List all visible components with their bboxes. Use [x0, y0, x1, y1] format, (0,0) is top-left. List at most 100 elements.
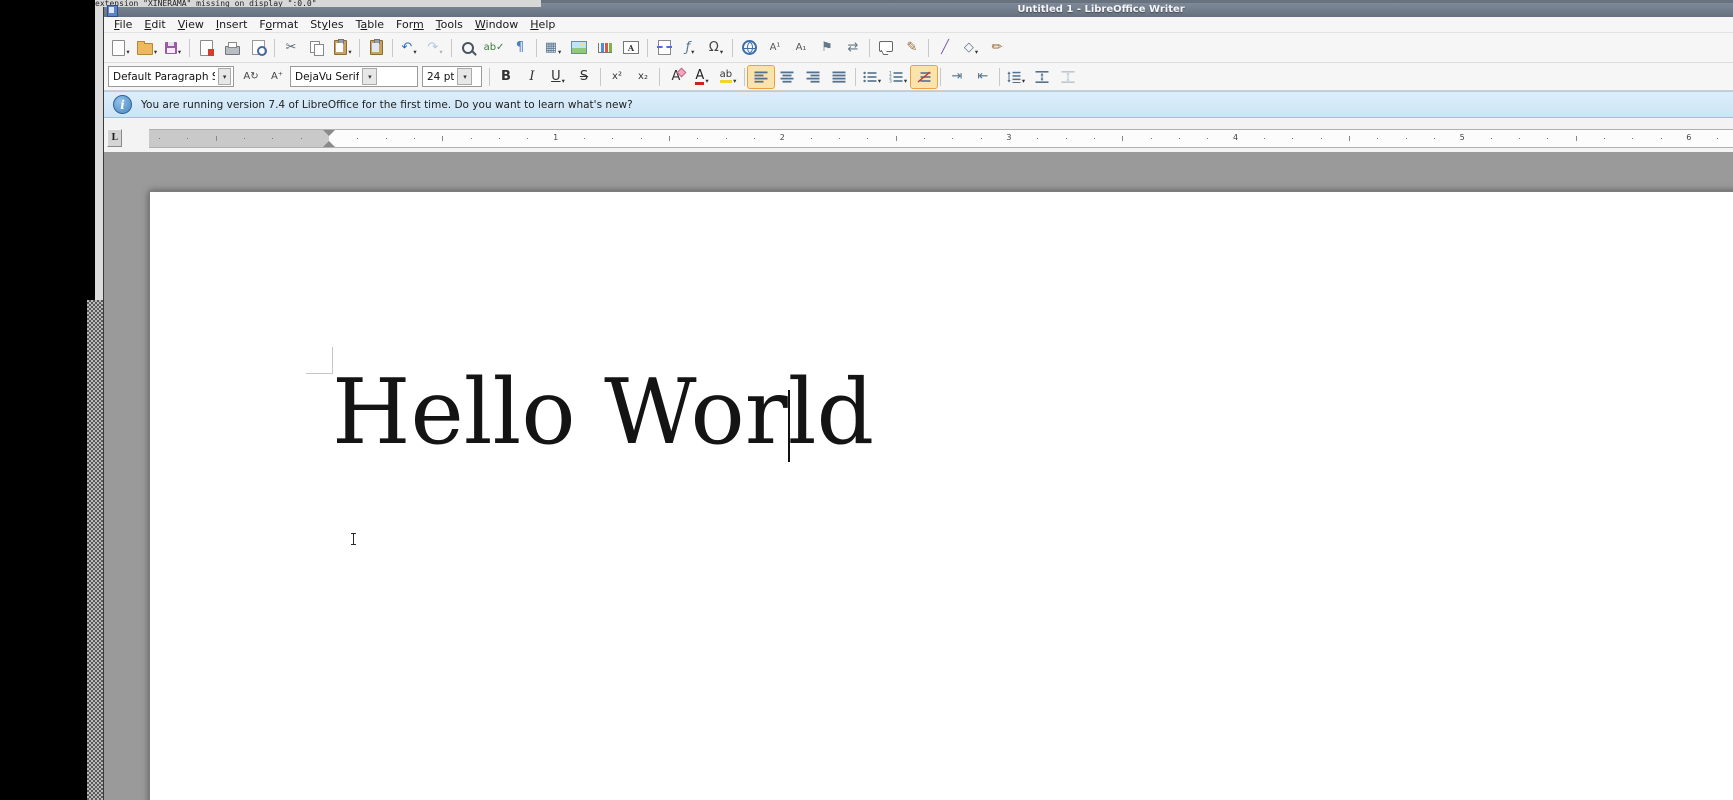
- show-draw-functions-button[interactable]: ✏: [984, 37, 1010, 59]
- font-name-dropdown[interactable]: ▾: [362, 68, 377, 85]
- document-area[interactable]: Hello World: [104, 152, 1733, 800]
- ruler-number: 3: [1006, 133, 1011, 142]
- menu-table[interactable]: Table: [350, 17, 390, 32]
- highlight-color-button[interactable]: ab▾: [715, 66, 741, 88]
- insert-bookmark-button[interactable]: ⚑: [814, 37, 840, 59]
- copy-button[interactable]: [304, 37, 330, 59]
- formatting-marks-button[interactable]: ¶: [507, 37, 533, 59]
- insert-table-button[interactable]: ▦▾: [540, 37, 566, 59]
- italic-button[interactable]: I: [519, 66, 545, 88]
- ordered-list-dropdown[interactable]: ▾: [904, 77, 907, 85]
- cut-button[interactable]: ✂: [278, 37, 304, 59]
- paragraph-style-dropdown[interactable]: ▾: [218, 68, 231, 85]
- menu-tools[interactable]: Tools: [430, 17, 469, 32]
- save-button[interactable]: ▾: [160, 37, 186, 59]
- line-spacing-dropdown[interactable]: ▾: [1022, 77, 1025, 85]
- insert-image-button[interactable]: [566, 37, 592, 59]
- insert-field-button[interactable]: ƒ▾: [677, 37, 703, 59]
- basic-shapes-dropdown[interactable]: ▾: [975, 48, 978, 56]
- save-dropdown[interactable]: ▾: [178, 48, 181, 56]
- clone-formatting-button[interactable]: [363, 37, 389, 59]
- paste-dropdown[interactable]: ▾: [348, 48, 351, 56]
- horizontal-ruler[interactable]: 123456: [149, 129, 1733, 148]
- insert-field-dropdown[interactable]: ▾: [691, 48, 694, 56]
- track-changes-button[interactable]: ✎: [899, 37, 925, 59]
- menu-format[interactable]: Format: [253, 17, 304, 32]
- new-style-button[interactable]: A⁺: [264, 66, 290, 88]
- paste-button[interactable]: ▾: [330, 37, 356, 59]
- line-spacing-button[interactable]: ▾: [1003, 66, 1029, 88]
- menu-help[interactable]: Help: [524, 17, 561, 32]
- update-style-button[interactable]: A↻: [238, 66, 264, 88]
- align-justify-button[interactable]: [826, 66, 852, 88]
- no-list-button[interactable]: [911, 66, 937, 88]
- increase-paragraph-spacing-button[interactable]: [1029, 66, 1055, 88]
- increase-indent-button[interactable]: ⇥: [944, 66, 970, 88]
- decrease-indent-button[interactable]: ⇤: [970, 66, 996, 88]
- insert-endnote-button[interactable]: A₁: [788, 37, 814, 59]
- font-color-button[interactable]: A▾: [689, 66, 715, 88]
- highlight-color-dropdown[interactable]: ▾: [733, 77, 736, 85]
- font-size-combobox[interactable]: 24 pt ▾: [422, 66, 482, 87]
- bold-button[interactable]: B: [493, 66, 519, 88]
- open-button[interactable]: ▾: [134, 37, 160, 59]
- menu-edit[interactable]: Edit: [138, 17, 171, 32]
- first-line-indent-marker[interactable]: [323, 130, 335, 136]
- insert-comment-button[interactable]: [873, 37, 899, 59]
- insert-textbox-button[interactable]: [618, 37, 644, 59]
- font-color-dropdown[interactable]: ▾: [705, 77, 708, 85]
- ruler-tick: [1491, 138, 1492, 139]
- superscript-button[interactable]: x²: [604, 66, 630, 88]
- print-preview-button[interactable]: [245, 37, 271, 59]
- undo-dropdown[interactable]: ▾: [413, 48, 416, 56]
- underline-dropdown[interactable]: ▾: [562, 77, 565, 85]
- basic-shapes-button[interactable]: ◇▾: [958, 37, 984, 59]
- menu-insert[interactable]: Insert: [210, 17, 254, 32]
- insert-line-button[interactable]: ╱: [932, 37, 958, 59]
- print-button[interactable]: [219, 37, 245, 59]
- insert-special-character-button[interactable]: Ω▾: [703, 37, 729, 59]
- font-name-combobox[interactable]: DejaVu Serif ▾: [290, 66, 418, 87]
- left-indent-marker[interactable]: [323, 141, 335, 147]
- menu-file[interactable]: File: [108, 17, 138, 32]
- insert-cross-reference-button[interactable]: ⇄: [840, 37, 866, 59]
- paragraph-style-combobox[interactable]: Default Paragraph Style ▾: [108, 66, 234, 87]
- menu-window[interactable]: Window: [469, 17, 524, 32]
- menu-styles[interactable]: Styles: [304, 17, 349, 32]
- insert-hyperlink-button[interactable]: [736, 37, 762, 59]
- menu-form[interactable]: Form: [390, 17, 430, 32]
- undo-button[interactable]: ↶▾: [396, 37, 422, 59]
- clear-formatting-button[interactable]: A: [663, 66, 689, 88]
- underline-button[interactable]: U▾: [545, 66, 571, 88]
- open-dropdown[interactable]: ▾: [154, 48, 157, 56]
- align-left-button[interactable]: [748, 66, 774, 88]
- unordered-list-dropdown[interactable]: ▾: [878, 77, 881, 85]
- ordered-list-button[interactable]: ▾: [885, 66, 911, 88]
- font-size-dropdown[interactable]: ▾: [457, 68, 472, 85]
- document-text[interactable]: Hello World: [332, 368, 874, 458]
- spelling-button[interactable]: ab✓: [481, 37, 507, 59]
- new-document-button[interactable]: ▾: [108, 37, 134, 59]
- find-replace-button[interactable]: [455, 37, 481, 59]
- document-page[interactable]: Hello World: [149, 191, 1733, 800]
- align-center-button[interactable]: [774, 66, 800, 88]
- new-document-dropdown[interactable]: ▾: [126, 48, 129, 56]
- insert-footnote-button[interactable]: A¹: [762, 37, 788, 59]
- redo-dropdown[interactable]: ▾: [439, 48, 442, 56]
- menu-view[interactable]: View: [172, 17, 210, 32]
- line-spacing-icon: [1007, 71, 1021, 83]
- align-right-button[interactable]: [800, 66, 826, 88]
- subscript-button[interactable]: x₂: [630, 66, 656, 88]
- toolbar-separator: [855, 68, 856, 86]
- unordered-list-button[interactable]: ▾: [859, 66, 885, 88]
- tab-stop-selector[interactable]: L: [107, 129, 122, 147]
- insert-chart-button[interactable]: [592, 37, 618, 59]
- insert-page-break-button[interactable]: [651, 37, 677, 59]
- insert-table-dropdown[interactable]: ▾: [558, 48, 561, 56]
- export-pdf-button[interactable]: [193, 37, 219, 59]
- font-color-icon: A: [695, 69, 704, 85]
- ruler-tick: [1519, 138, 1520, 139]
- strikethrough-button[interactable]: S: [571, 66, 597, 88]
- decrease-paragraph-spacing-icon: [1061, 71, 1075, 83]
- insert-special-character-dropdown[interactable]: ▾: [720, 48, 723, 56]
